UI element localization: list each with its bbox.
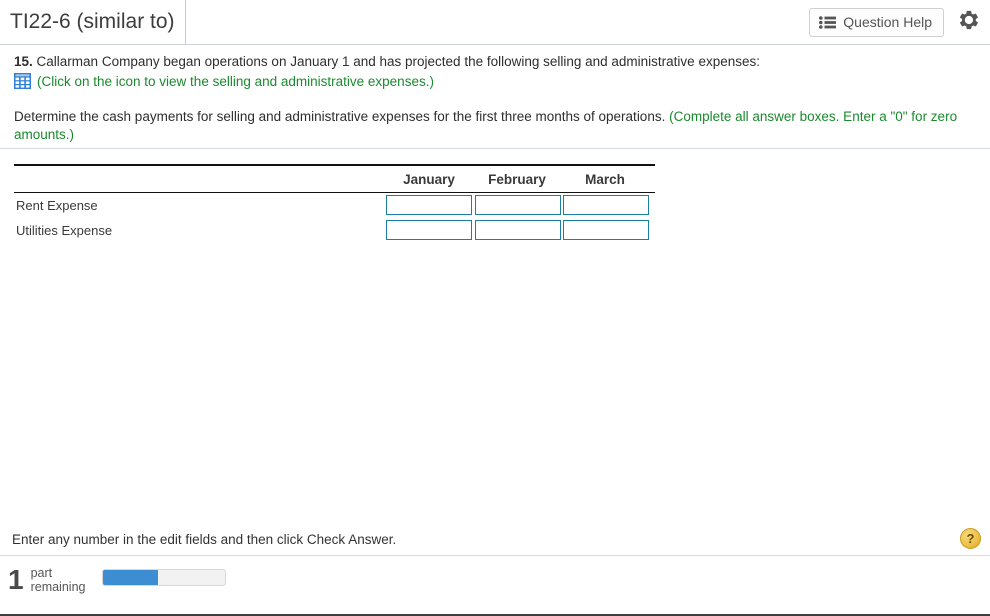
question-help-label: Question Help	[843, 14, 932, 30]
instruction-text: Determine the cash payments for selling …	[14, 109, 666, 124]
footer-bar: 1 part remaining Clear All Final Check	[0, 556, 990, 614]
page-title-container: TI22-6 (similar to)	[0, 0, 186, 44]
rent-expense-february-input[interactable]	[475, 195, 561, 215]
row-label-rent-expense: Rent Expense	[16, 198, 98, 213]
table-row: Utilities Expense	[14, 218, 655, 243]
parts-remaining-label: part remaining	[31, 566, 86, 594]
header-actions: Question Help	[809, 7, 984, 37]
status-bar: Enter any number in the edit fields and …	[0, 523, 990, 556]
utilities-expense-march-input[interactable]	[563, 220, 649, 240]
help-glyph: ?	[966, 531, 975, 546]
question-body: 15. Callarman Company began operations o…	[0, 45, 990, 523]
utilities-expense-february-input[interactable]	[475, 220, 561, 240]
exercise-window: TI22-6 (similar to) Question Help 15. Ca…	[0, 0, 990, 616]
column-header-january: January	[403, 172, 455, 187]
column-header-march: March	[585, 172, 625, 187]
progress-bar-fill	[103, 570, 158, 585]
page-title: TI22-6 (similar to)	[10, 10, 175, 33]
row-label-utilities-expense: Utilities Expense	[16, 223, 113, 238]
spreadsheet-icon[interactable]	[14, 73, 31, 89]
help-circle-icon[interactable]: ?	[960, 528, 981, 549]
progress-bar	[102, 569, 226, 586]
answer-table: January February March Rent Expense Util…	[14, 164, 655, 243]
parts-label-line2: remaining	[30, 580, 86, 594]
column-header-february: February	[488, 172, 546, 187]
header-bar: TI22-6 (similar to) Question Help	[0, 0, 990, 45]
section-divider	[0, 148, 990, 149]
question-instruction: Determine the cash payments for selling …	[14, 108, 959, 144]
table-header-row: January February March	[14, 166, 655, 192]
parts-remaining-count: 1	[8, 564, 24, 595]
question-number: 15.	[14, 54, 33, 69]
gear-icon	[958, 9, 980, 36]
parts-remaining: 1 part remaining	[8, 565, 85, 595]
table-row: Rent Expense	[14, 193, 655, 218]
data-table-link-row: (Click on the icon to view the selling a…	[14, 73, 434, 89]
question-help-button[interactable]: Question Help	[809, 7, 944, 37]
utilities-expense-january-input[interactable]	[386, 220, 472, 240]
question-stem-text: Callarman Company began operations on Ja…	[36, 54, 760, 69]
rent-expense-march-input[interactable]	[563, 195, 649, 215]
question-stem: 15. Callarman Company began operations o…	[14, 53, 974, 70]
parts-label-line1: part	[30, 566, 53, 580]
settings-button[interactable]	[954, 7, 984, 37]
list-icon	[819, 15, 837, 29]
view-expenses-link[interactable]: (Click on the icon to view the selling a…	[37, 74, 434, 89]
status-message: Enter any number in the edit fields and …	[12, 532, 397, 547]
rent-expense-january-input[interactable]	[386, 195, 472, 215]
